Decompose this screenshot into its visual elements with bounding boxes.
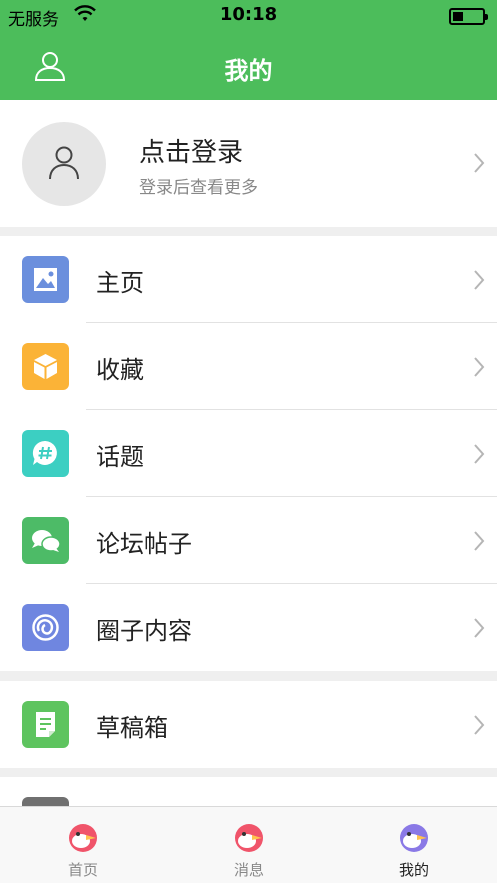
box-icon [22, 343, 69, 390]
battery-level [453, 12, 463, 21]
image-icon [22, 256, 69, 303]
hashtag-bubble-icon [22, 430, 69, 477]
chat-bubbles-icon [22, 517, 69, 564]
menu-item-label: 话题 [96, 443, 144, 471]
menu-item-circle-content[interactable]: 圈子内容 [0, 584, 497, 671]
menu-item-label: 论坛帖子 [96, 530, 192, 558]
menu-item-favorites[interactable]: 收藏 [0, 323, 497, 410]
chevron-right-icon [474, 715, 485, 735]
bird-icon [69, 824, 97, 852]
clock: 10:18 [219, 4, 278, 25]
menu-item-home[interactable]: 主页 [0, 236, 497, 323]
menu-group-drafts: 草稿箱 [0, 681, 497, 768]
menu-item-topics[interactable]: 话题 [0, 410, 497, 497]
chevron-right-icon [474, 270, 485, 290]
menu-item-drafts[interactable]: 草稿箱 [0, 681, 497, 768]
chevron-right-icon [474, 531, 485, 551]
chevron-right-icon [474, 444, 485, 464]
menu-item-label: 圈子内容 [96, 617, 192, 645]
user-icon [49, 146, 79, 180]
login-subtitle: 登录后查看更多 [139, 178, 258, 198]
avatar [22, 122, 106, 206]
menu-item-label: 草稿箱 [96, 714, 168, 742]
bird-icon [400, 824, 428, 852]
chevron-right-icon [474, 618, 485, 638]
note-icon [22, 701, 69, 748]
tab-label: 我的 [398, 861, 429, 879]
page-title: 我的 [224, 57, 273, 85]
menu-item-label: 主页 [96, 269, 144, 297]
tab-home[interactable]: 首页 [0, 807, 166, 883]
tab-messages[interactable]: 消息 [166, 807, 332, 883]
tab-label: 首页 [67, 861, 98, 879]
menu-item-forum-posts[interactable]: 论坛帖子 [0, 497, 497, 584]
tab-label: 消息 [233, 861, 264, 879]
navbar: 我的 [0, 32, 497, 100]
spiral-icon [22, 604, 69, 651]
menu-group: 主页 收藏 话题 论坛帖子 圈子内容 [0, 236, 497, 671]
status-bar: 无服务 10:18 [0, 0, 497, 32]
header: 无服务 10:18 我的 [0, 0, 497, 100]
menu-item-label: 收藏 [96, 356, 144, 384]
tab-mine[interactable]: 我的 [331, 807, 497, 883]
chevron-right-icon [474, 357, 485, 377]
login-title: 点击登录 [139, 138, 244, 168]
tab-bar: 首页 消息 我的 [0, 806, 497, 883]
chevron-right-icon [474, 153, 485, 173]
bird-icon [235, 824, 263, 852]
login-row[interactable]: 点击登录 登录后查看更多 [0, 100, 497, 227]
battery-icon [449, 8, 488, 25]
